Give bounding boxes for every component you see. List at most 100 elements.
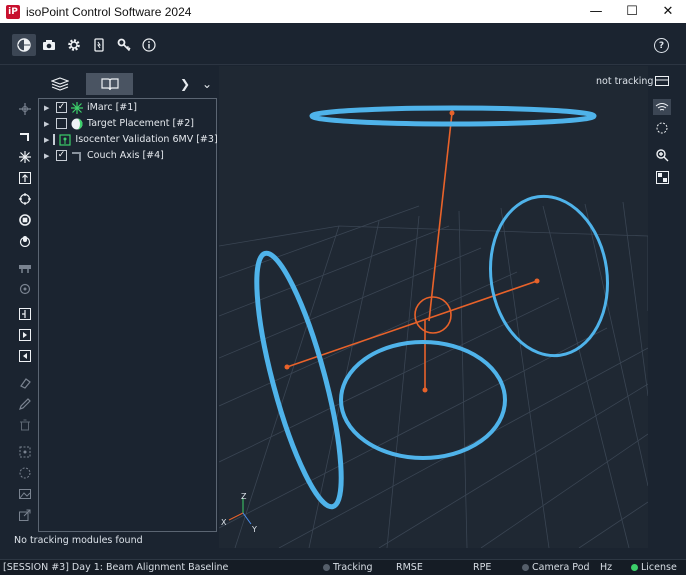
module-tree-panel: ▶ ✓ iMarc [#1] ▶ Target Placement [#2] ▶…: [38, 98, 218, 532]
gizmo-x-label: X: [221, 518, 227, 527]
zoom-in-icon: [655, 148, 668, 161]
tool-crosshair[interactable]: [14, 100, 36, 118]
hz-label: Hz: [600, 562, 613, 573]
tree-checkbox[interactable]: [56, 118, 67, 129]
rmse-label: RMSE: [396, 562, 423, 573]
camera-button[interactable]: [39, 35, 59, 55]
gear-icon: [68, 39, 80, 51]
couch-icon: [20, 133, 29, 141]
couch-axis-icon: [71, 150, 83, 162]
tool-export[interactable]: [14, 506, 36, 524]
target-gray-icon: [19, 283, 31, 295]
panel-next-button[interactable]: ❯: [180, 77, 190, 91]
info-button[interactable]: [139, 35, 159, 55]
tool-dashed-circle[interactable]: [14, 464, 36, 482]
tool-center[interactable]: [14, 443, 36, 461]
minimize-button[interactable]: —: [578, 0, 614, 23]
tool-eraser[interactable]: [14, 374, 36, 392]
license-label: License: [641, 562, 677, 573]
window-title: isoPoint Control Software 2024: [26, 4, 192, 19]
tool-frame-next[interactable]: [14, 326, 36, 344]
tool-asterisk[interactable]: [14, 148, 36, 166]
right-tool-panel-toggle[interactable]: [653, 73, 671, 89]
panel-toggle-icon: [655, 76, 669, 86]
axis-lines: [286, 112, 538, 390]
dashed-circle-icon: [656, 122, 668, 134]
tree-checkbox[interactable]: ✓: [56, 102, 67, 113]
tree-item-isocenter[interactable]: ▶ Isocenter Validation 6MV [#3]: [39, 132, 218, 147]
tab-layers[interactable]: [40, 73, 80, 95]
tool-hand[interactable]: [14, 232, 36, 250]
tool-frame-prev[interactable]: [14, 347, 36, 365]
tool-image[interactable]: [14, 485, 36, 503]
vertical-axis-line: [428, 112, 453, 322]
couch-gray-icon: [19, 265, 31, 273]
asterisk-icon: [71, 101, 83, 114]
status-dot-icon: [323, 564, 330, 571]
right-tool-grid[interactable]: [653, 169, 671, 185]
tree-item-imarc[interactable]: ▶ ✓ iMarc [#1]: [39, 100, 217, 115]
tree-checkbox[interactable]: ✓: [56, 150, 67, 161]
rpe-label: RPE: [473, 562, 492, 573]
no-modules-message: No tracking modules found: [14, 535, 143, 546]
camera-pod-indicator: Camera Pod: [522, 562, 590, 573]
tool-record[interactable]: [14, 211, 36, 229]
export-icon: [19, 509, 31, 521]
frame-prev-icon: [19, 350, 31, 362]
trash-icon: [20, 419, 30, 431]
tablet-icon: [94, 38, 104, 52]
panel-menu-button[interactable]: ⌄: [202, 77, 212, 91]
session-label: [SESSION #3] Day 1: Beam Alignment Basel…: [3, 562, 229, 573]
close-button[interactable]: ✕: [650, 0, 686, 23]
scene-svg: Z X Y: [219, 105, 648, 548]
expand-arrow-icon[interactable]: ▶: [44, 120, 52, 128]
key-icon: [117, 38, 131, 52]
maximize-button[interactable]: ☐: [614, 0, 650, 23]
tool-trash[interactable]: [14, 416, 36, 434]
expand-arrow-icon[interactable]: ▶: [44, 104, 52, 112]
camera-pod-label: Camera Pod: [532, 562, 590, 573]
gizmo-z-label: Z: [241, 492, 247, 501]
main-toolbar: ?: [0, 23, 686, 65]
tool-up-box[interactable]: [14, 169, 36, 187]
right-tool-wifi[interactable]: [653, 99, 671, 115]
horizontal-axis-line: [286, 280, 538, 368]
app-logo-icon: iP: [6, 4, 20, 19]
tool-frame-in[interactable]: [14, 305, 36, 323]
eraser-icon: [20, 378, 31, 389]
tree-item-label: Couch Axis [#4]: [87, 150, 164, 161]
tool-couch[interactable]: [14, 127, 36, 145]
tree-item-label: iMarc [#1]: [87, 102, 138, 113]
frame-next-icon: [19, 329, 31, 341]
camera-icon: [43, 40, 55, 50]
tool-couch-gray[interactable]: [14, 259, 36, 277]
right-tool-zoom[interactable]: [653, 147, 671, 163]
expand-arrow-icon[interactable]: ▶: [44, 136, 49, 144]
info-icon: [142, 38, 156, 52]
tree-item-couch-axis[interactable]: ▶ ✓ Couch Axis [#4]: [39, 148, 217, 163]
tool-pencil[interactable]: [14, 395, 36, 413]
3d-viewport[interactable]: Z X Y: [219, 66, 648, 548]
crosshair-icon: [19, 103, 31, 115]
book-icon: [100, 77, 119, 90]
record-icon: [19, 214, 31, 226]
right-tool-dashed-circle[interactable]: [653, 120, 671, 136]
tool-target-gray[interactable]: [14, 280, 36, 298]
help-button[interactable]: ?: [654, 38, 669, 53]
up-box-icon: [19, 172, 31, 184]
settings-button[interactable]: [64, 35, 84, 55]
globe-icon: [17, 38, 31, 52]
window-controls: — ☐ ✕: [578, 0, 686, 23]
tab-book[interactable]: [86, 73, 133, 95]
tree-checkbox[interactable]: [53, 134, 56, 145]
hand-icon: [19, 236, 31, 247]
globe-button[interactable]: [12, 34, 36, 56]
tool-target[interactable]: [14, 190, 36, 208]
expand-arrow-icon[interactable]: ▶: [44, 152, 52, 160]
key-button[interactable]: [114, 35, 134, 55]
tree-item-target-placement[interactable]: ▶ Target Placement [#2]: [39, 116, 217, 131]
tracking-status-label: not tracking: [596, 76, 654, 87]
status-dot-icon: [522, 564, 529, 571]
tablet-button[interactable]: [89, 35, 109, 55]
grid-icon: [655, 170, 669, 184]
